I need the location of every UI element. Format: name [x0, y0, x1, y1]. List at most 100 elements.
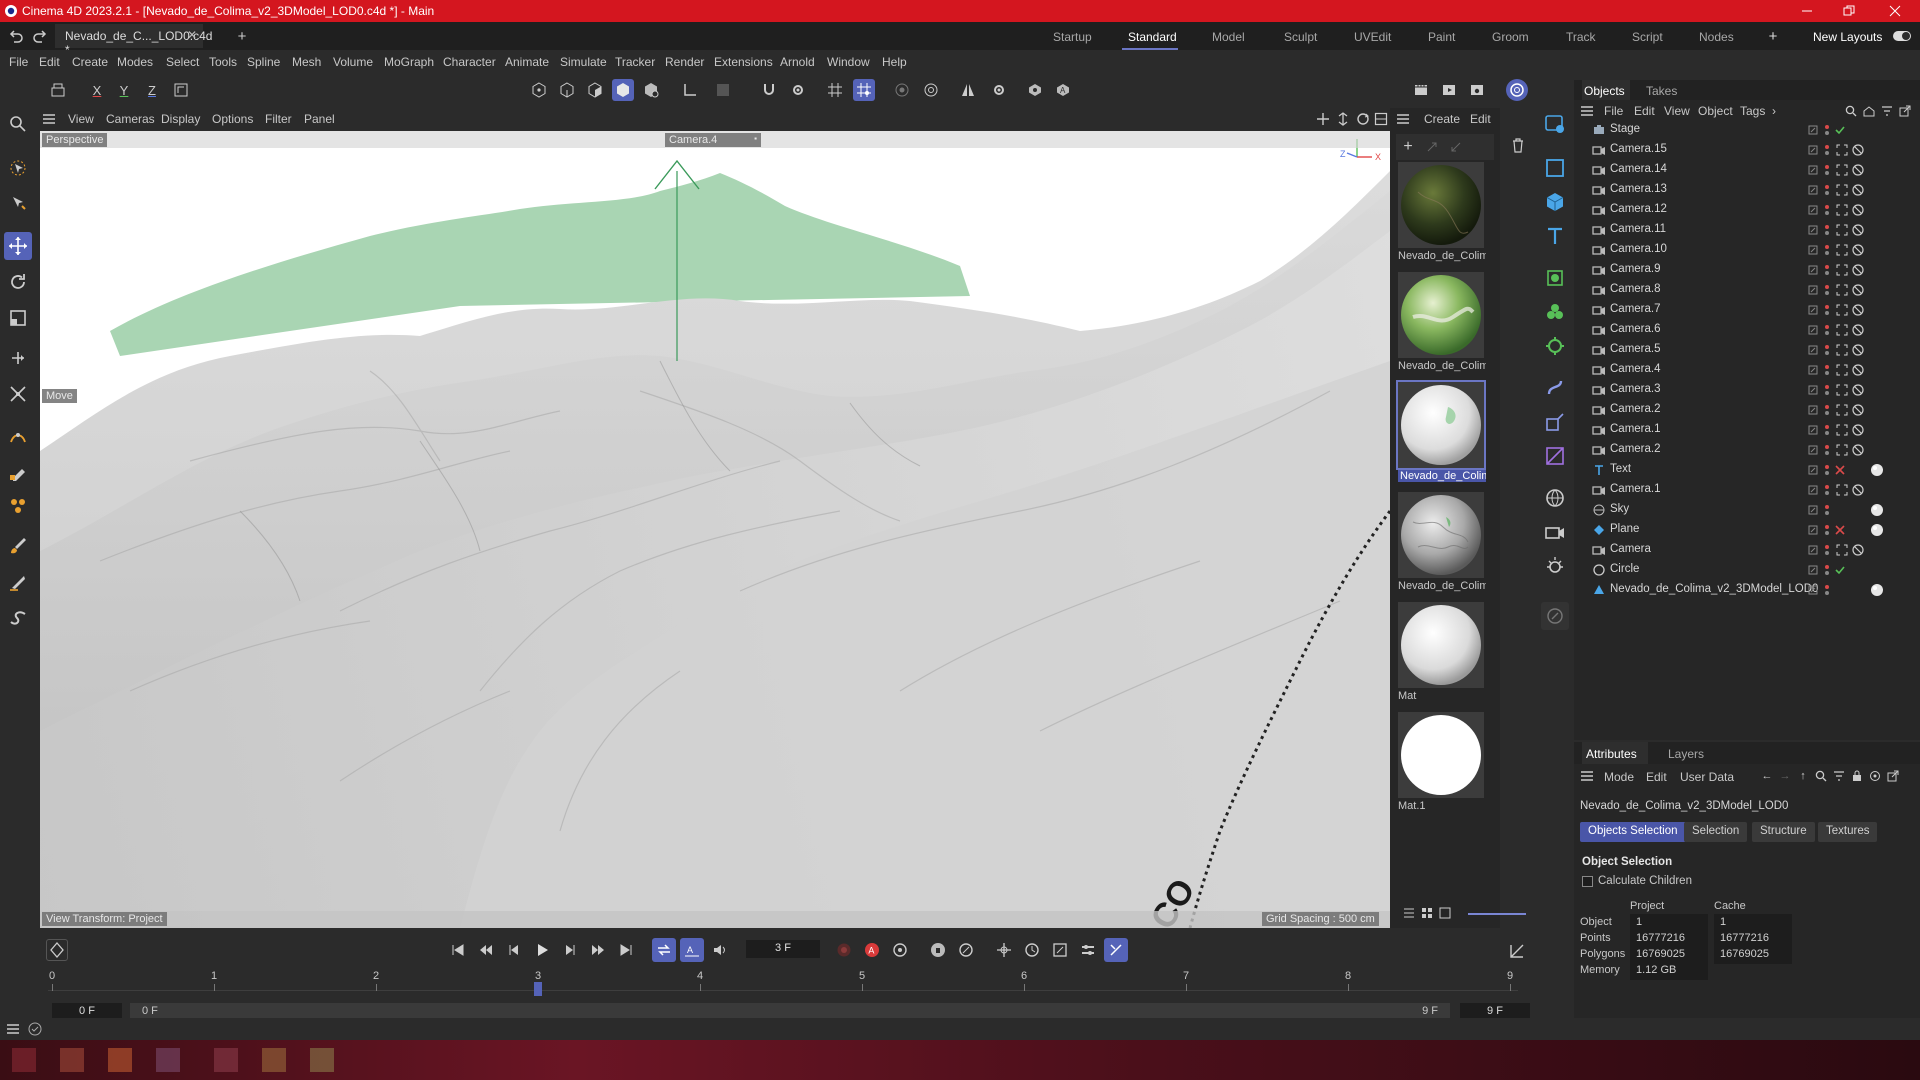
symmetry-settings-gear-icon[interactable]	[988, 79, 1010, 101]
camera-target-tag-icon[interactable]	[1836, 424, 1848, 436]
transform-tool-icon[interactable]	[4, 380, 32, 408]
object-menu-view[interactable]: View	[1664, 104, 1690, 118]
menu-window[interactable]: Window	[827, 55, 870, 69]
viewport-renderer-icon[interactable]	[1506, 79, 1528, 101]
attribute-filter-icon[interactable]	[1832, 769, 1846, 783]
playhead[interactable]	[534, 982, 542, 996]
search-icon[interactable]	[4, 110, 32, 138]
new-material-icon[interactable]: +	[1398, 137, 1418, 157]
edit-toggle-icon[interactable]	[1808, 405, 1818, 415]
axis-mode-icon[interactable]	[679, 79, 701, 101]
tab-attributes[interactable]: Attributes	[1586, 747, 1637, 761]
visibility-dots-icon[interactable]	[1824, 203, 1830, 217]
edit-toggle-icon[interactable]	[1808, 385, 1818, 395]
edit-toggle-icon[interactable]	[1808, 125, 1818, 135]
pan-view-icon[interactable]	[1316, 112, 1330, 126]
object-row[interactable]: Circle	[1574, 560, 1920, 580]
edit-toggle-icon[interactable]	[1808, 445, 1818, 455]
view-name-label[interactable]: Perspective	[42, 133, 108, 147]
brush-tool-icon[interactable]	[4, 532, 32, 560]
menu-simulate[interactable]: Simulate	[560, 55, 607, 69]
viewport-menu-filter[interactable]: Filter	[265, 112, 292, 126]
trash-icon[interactable]	[1508, 135, 1528, 155]
edit-toggle-icon[interactable]	[1808, 285, 1818, 295]
object-manager-toggle-icon[interactable]	[1541, 110, 1569, 138]
camera-target-tag-icon[interactable]	[1836, 144, 1848, 156]
disabled-x-icon[interactable]	[1834, 464, 1846, 476]
visibility-dots-icon[interactable]	[1824, 383, 1830, 397]
viewport-menu-display[interactable]: Display	[161, 112, 200, 126]
new-tab-icon[interactable]: +	[234, 28, 250, 45]
orbit-view-icon[interactable]	[1356, 112, 1370, 126]
next-key-icon[interactable]	[588, 940, 608, 960]
menu-mograph[interactable]: MoGraph	[384, 55, 434, 69]
object-name[interactable]: Camera.1	[1610, 423, 1661, 435]
material-tag-icon[interactable]	[1870, 583, 1884, 597]
layout-nodes[interactable]: Nodes	[1699, 30, 1734, 44]
new-layouts-label[interactable]: New Layouts	[1813, 30, 1882, 44]
edit-toggle-icon[interactable]	[1808, 265, 1818, 275]
end-frame-field[interactable]: 9 F	[1460, 1003, 1530, 1019]
object-row[interactable]: Stage	[1574, 120, 1920, 140]
object-row[interactable]: Camera.11	[1574, 220, 1920, 240]
visibility-dots-icon[interactable]	[1824, 563, 1830, 577]
visibility-dots-icon[interactable]	[1824, 463, 1830, 477]
object-row[interactable]: Camera.10	[1574, 240, 1920, 260]
camera-target-tag-icon[interactable]	[1836, 184, 1848, 196]
visibility-dots-icon[interactable]	[1824, 143, 1830, 157]
axis-x-toggle[interactable]: X	[86, 79, 108, 101]
object-row[interactable]: Camera	[1574, 540, 1920, 560]
material-swatch[interactable]: Mat.1	[1396, 710, 1486, 818]
layout-track[interactable]: Track	[1566, 30, 1596, 44]
viewport-menu-panel[interactable]: Panel	[304, 112, 335, 126]
redo-icon[interactable]	[32, 28, 48, 44]
material-menu-edit[interactable]: Edit	[1470, 112, 1491, 126]
list-view-icon[interactable]	[1402, 906, 1416, 920]
material-link-icon[interactable]	[1422, 137, 1442, 157]
menu-arnold[interactable]: Arnold	[780, 55, 815, 69]
material-hamburger-icon[interactable]	[1396, 112, 1410, 126]
object-row[interactable]: Camera.14	[1574, 160, 1920, 180]
protection-tag-icon[interactable]	[1852, 244, 1864, 256]
grid-snap-icon[interactable]	[853, 79, 875, 101]
maximize-view-icon[interactable]	[1374, 112, 1388, 126]
layout-standard[interactable]: Standard	[1128, 30, 1177, 44]
restore-icon[interactable]	[1842, 4, 1856, 18]
camera-target-tag-icon[interactable]	[1836, 284, 1848, 296]
move-tool-icon[interactable]	[4, 232, 32, 260]
attribute-menu-user-data[interactable]: User Data	[1680, 770, 1734, 784]
autokey-icon[interactable]: A	[862, 940, 882, 960]
menu-file[interactable]: File	[9, 55, 28, 69]
calculate-children-checkbox[interactable]	[1582, 876, 1593, 887]
tweak-tool-icon[interactable]	[4, 188, 32, 216]
taskbar-app-icon[interactable]	[156, 1048, 180, 1072]
material-tag-icon[interactable]	[1870, 463, 1884, 477]
object-name[interactable]: Camera	[1610, 543, 1651, 555]
solo-mode-icon[interactable]	[712, 79, 734, 101]
volume-icon[interactable]	[1541, 442, 1569, 470]
workplane-grid-icon[interactable]	[824, 79, 846, 101]
edit-toggle-icon[interactable]	[1808, 565, 1818, 575]
camera-target-tag-icon[interactable]	[1836, 444, 1848, 456]
taskbar-app-icon[interactable]	[12, 1048, 36, 1072]
close-tab-icon[interactable]: ✕	[187, 28, 197, 42]
object-name[interactable]: Camera.9	[1610, 263, 1661, 275]
render-to-picture-viewer-icon[interactable]	[1438, 79, 1460, 101]
object-name[interactable]: Plane	[1610, 523, 1639, 535]
object-row[interactable]: Camera.6	[1574, 320, 1920, 340]
menu-help[interactable]: Help	[882, 55, 907, 69]
object-row[interactable]: Camera.12	[1574, 200, 1920, 220]
object-name[interactable]: Camera.2	[1610, 403, 1661, 415]
visibility-dots-icon[interactable]	[1824, 583, 1830, 597]
key-rotation-icon[interactable]	[1022, 940, 1042, 960]
symmetry-icon[interactable]	[957, 79, 979, 101]
taskbar-app-icon[interactable]	[214, 1048, 238, 1072]
material-menu-create[interactable]: Create	[1424, 112, 1460, 126]
object-row[interactable]: Camera.9	[1574, 260, 1920, 280]
object-row[interactable]: Camera.8	[1574, 280, 1920, 300]
visibility-dots-icon[interactable]	[1824, 543, 1830, 557]
camera-target-tag-icon[interactable]	[1836, 224, 1848, 236]
visibility-dots-icon[interactable]	[1824, 343, 1830, 357]
zoom-view-icon[interactable]	[1336, 112, 1350, 126]
spline-pen-tool-icon[interactable]	[4, 424, 32, 452]
